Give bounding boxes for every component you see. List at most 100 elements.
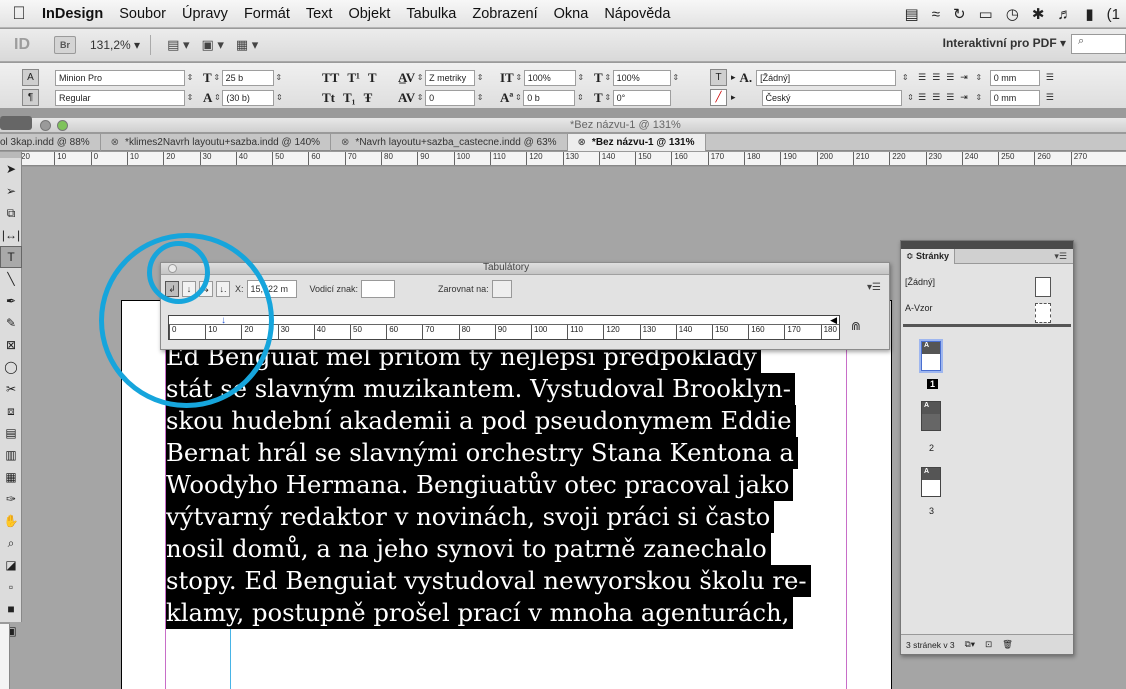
- justify-center-icon[interactable]: ☰: [932, 92, 940, 103]
- adobe-icon[interactable]: ▤: [905, 5, 919, 23]
- tools-panel-grip[interactable]: [0, 116, 32, 130]
- type-tool-icon[interactable]: T: [0, 246, 22, 268]
- scissors-tool-icon[interactable]: ✂: [0, 378, 22, 400]
- tab-doc-2[interactable]: ⊗ *klimes2Navrh layoutu+sazba.indd @ 140%: [101, 134, 332, 151]
- chevron-updown-icon[interactable]: ⇕: [274, 93, 284, 102]
- minimize-icon[interactable]: [40, 120, 51, 131]
- close-icon[interactable]: ⊗: [111, 137, 119, 148]
- master-a-thumbnail[interactable]: [1035, 303, 1051, 323]
- vertical-scale-field[interactable]: 100%: [523, 69, 576, 86]
- chevron-updown-icon[interactable]: ⇕: [900, 73, 910, 82]
- justify-all-icon[interactable]: ☰: [946, 92, 954, 103]
- horizontal-ruler[interactable]: 20 10 0 10 20 30 40 50 60 70 80 90 100 110 120 130 140 15…: [0, 152, 1126, 166]
- text-line[interactable]: Bernat hrál se slavnými orchestry Stana …: [166, 437, 798, 469]
- align-right-icon[interactable]: ☰: [946, 72, 954, 83]
- bridge-button[interactable]: Br: [54, 36, 76, 54]
- position-panel-above-frame-icon[interactable]: ⋒: [851, 319, 861, 333]
- chevron-updown-icon[interactable]: ⇕: [185, 93, 195, 102]
- character-mode-icon[interactable]: A: [22, 69, 39, 86]
- menu-objekt[interactable]: Objekt: [340, 6, 398, 22]
- horizontal-scale-field[interactable]: 100%: [612, 69, 671, 86]
- first-line-indent-field[interactable]: 0 mm: [989, 89, 1040, 106]
- sync-icon[interactable]: ↻: [953, 5, 966, 23]
- wifi-icon[interactable]: ≈: [932, 6, 940, 23]
- close-icon[interactable]: ⊗: [578, 137, 586, 148]
- hand-tool-icon[interactable]: ✋: [0, 510, 22, 532]
- menu-okna[interactable]: Okna: [546, 6, 597, 22]
- page-thumbnail-2[interactable]: A: [921, 401, 941, 431]
- display-icon[interactable]: ▭: [979, 5, 993, 23]
- arrange-documents-icon[interactable]: ▦ ▾: [236, 37, 258, 53]
- text-line[interactable]: stopy. Ed Benguiat vystudoval newyorskou…: [166, 565, 811, 597]
- page-size-icon[interactable]: ⧉▾: [965, 639, 975, 650]
- stroke-swatch-icon[interactable]: ╱: [710, 89, 727, 106]
- text-frame[interactable]: Ed Benguiat měl přitom ty nejlepší předp…: [166, 341, 846, 689]
- trash-icon[interactable]: 🗑: [1002, 639, 1013, 650]
- eyedropper-tool-icon[interactable]: ✑: [0, 488, 22, 510]
- tab-pages[interactable]: ≎ Stránky: [901, 249, 956, 264]
- stepper-icon[interactable]: ⇕: [415, 73, 425, 82]
- chevron-updown-icon[interactable]: ⇕: [671, 73, 681, 82]
- page-thumbnail-1[interactable]: A: [921, 341, 941, 371]
- gradient-swatch-tool-icon[interactable]: ▤: [0, 422, 22, 444]
- vertical-ruler[interactable]: [0, 624, 10, 689]
- text-line[interactable]: stát se slavným muzikantem. Vystudoval B…: [166, 373, 795, 405]
- panel-menu-icon[interactable]: ☰: [1046, 72, 1054, 83]
- menu-text[interactable]: Text: [298, 6, 341, 22]
- align-left-icon[interactable]: ☰: [918, 72, 926, 83]
- chevron-updown-icon[interactable]: ⇕: [475, 73, 485, 82]
- text-line[interactable]: nosil domů, a na jeho synovi to patrně z…: [166, 533, 771, 565]
- stepper-icon[interactable]: ⇕: [603, 73, 613, 82]
- chevron-updown-icon[interactable]: ⇕: [274, 73, 284, 82]
- chevron-updown-icon[interactable]: ⇕: [185, 73, 195, 82]
- text-line[interactable]: klamy, postupně prošel prací v mnoha age…: [166, 597, 794, 629]
- stepper-icon[interactable]: ⇕: [974, 73, 984, 82]
- para-mode-button[interactable]: ¶: [22, 89, 39, 106]
- arrow-right-icon[interactable]: ▸: [731, 92, 736, 103]
- tab-doc-1[interactable]: ol 3kap.indd @ 88%: [0, 134, 101, 151]
- note-tool-icon[interactable]: ▦: [0, 466, 22, 488]
- align-on-input[interactable]: [491, 280, 512, 298]
- close-icon[interactable]: ⊗: [341, 137, 349, 148]
- stepper-icon[interactable]: ⇕: [974, 93, 984, 102]
- chevron-updown-icon[interactable]: ⇕: [575, 93, 585, 102]
- pages-panel-grip[interactable]: [901, 241, 1073, 249]
- kerning-field[interactable]: Z metriky: [425, 69, 476, 86]
- align-center-icon[interactable]: ☰: [932, 72, 940, 83]
- paragraph-mode-icon[interactable]: ¶: [22, 89, 39, 106]
- menu-zobrazeni[interactable]: Zobrazení: [464, 6, 545, 22]
- selection-tool-icon[interactable]: ➤: [0, 158, 22, 180]
- leading-field[interactable]: (30 b): [222, 89, 275, 106]
- stepper-icon[interactable]: ⇕: [212, 93, 222, 102]
- superscript-icon[interactable]: T¹: [347, 70, 360, 86]
- text-line[interactable]: Woodyho Hermana. Bengiuatův otec pracova…: [166, 469, 794, 501]
- formatting-affects-icon[interactable]: ▫: [0, 576, 22, 598]
- stepper-icon[interactable]: ⇕: [603, 93, 613, 102]
- battery-icon[interactable]: ▮: [1085, 5, 1093, 23]
- font-family-field[interactable]: Minion Pro: [55, 69, 185, 86]
- pencil-tool-icon[interactable]: ✎: [0, 312, 22, 334]
- tab-doc-3[interactable]: ⊗ *Navrh layoutu+sazba_castecne.indd @ 63…: [331, 134, 568, 151]
- tab-doc-4[interactable]: ⊗ *Bez názvu-1 @ 131%: [567, 134, 706, 151]
- stepper-icon[interactable]: ⇕: [212, 73, 222, 82]
- tracking-field[interactable]: 0: [425, 89, 476, 106]
- font-size-field[interactable]: 25 b: [221, 69, 274, 86]
- text-line[interactable]: výtvarný redaktor v novinách, svoji prác…: [166, 501, 775, 533]
- gradient-feather-tool-icon[interactable]: ▥: [0, 444, 22, 466]
- menu-soubor[interactable]: Soubor: [111, 6, 174, 22]
- panel-menu-icon[interactable]: ▾☰: [1054, 251, 1067, 262]
- apple-icon[interactable]: : [0, 3, 38, 24]
- panel-menu-icon[interactable]: ▾☰: [867, 282, 881, 293]
- left-indent-field[interactable]: 0 mm: [989, 69, 1040, 86]
- direct-selection-tool-icon[interactable]: ➢: [0, 180, 22, 202]
- fill-swatch-icon[interactable]: T: [710, 69, 727, 86]
- search-input[interactable]: ⌕: [1071, 34, 1126, 54]
- stepper-icon[interactable]: ⇕: [514, 73, 524, 82]
- char-style-field[interactable]: [Žádný]: [756, 69, 897, 86]
- arrow-right-icon[interactable]: ▸: [731, 72, 736, 83]
- bluetooth-icon[interactable]: ✱: [1032, 5, 1045, 23]
- justify-left-icon[interactable]: ☰: [918, 92, 926, 103]
- baseline-shift-field[interactable]: 0 b: [523, 89, 576, 106]
- pen-tool-icon[interactable]: ✒: [0, 290, 22, 312]
- leader-input[interactable]: [361, 280, 396, 298]
